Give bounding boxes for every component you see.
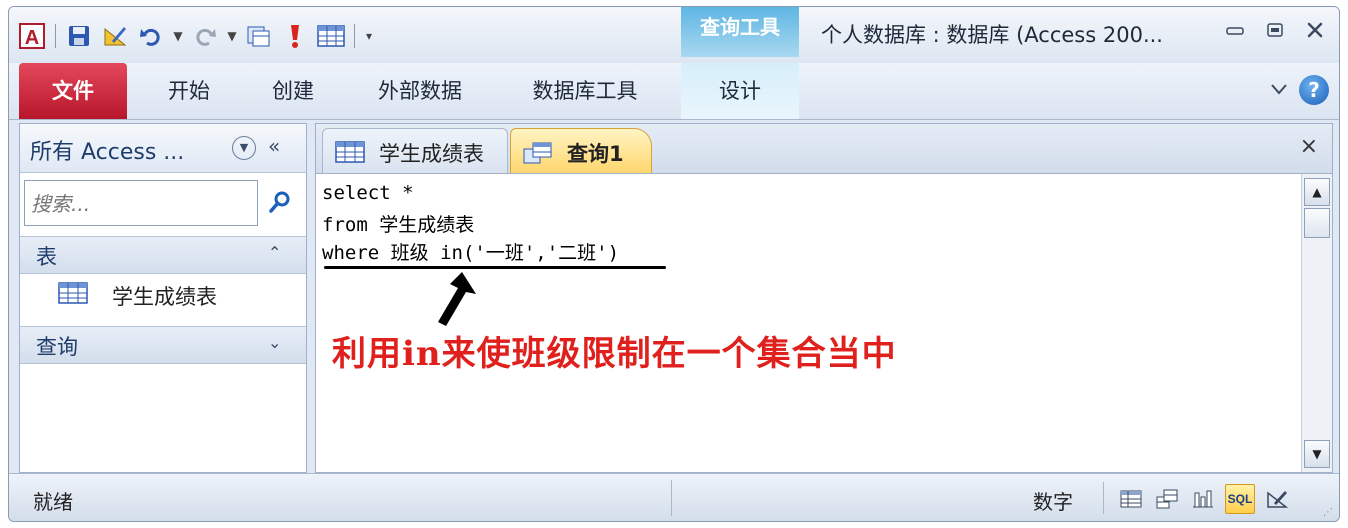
- sql-line-from: from 学生成绩表: [322, 214, 475, 236]
- table-icon: [58, 282, 88, 308]
- tab-design[interactable]: 设计: [681, 63, 799, 119]
- vertical-scrollbar[interactable]: ▲ ▼: [1301, 174, 1332, 472]
- design-view-status-icon[interactable]: [1263, 485, 1291, 513]
- tab-create[interactable]: 创建: [257, 63, 329, 119]
- access-window: A ▼ ▼ ▾ 查询工具 个人数据库: 数据库 (Access 200... …: [8, 6, 1340, 522]
- table-icon: [335, 141, 365, 168]
- query-icon: [523, 141, 553, 170]
- scroll-thumb[interactable]: [1304, 208, 1330, 238]
- datasheet-icon[interactable]: [316, 21, 346, 51]
- pivot-chart-view-icon[interactable]: [1189, 485, 1217, 513]
- doc-tab-label: 学生成绩表: [379, 142, 484, 166]
- annotation-text: 利用in来使班级限制在一个集合当中: [332, 334, 897, 374]
- tab-database-tools[interactable]: 数据库工具: [515, 63, 655, 119]
- nav-item-student-scores-table[interactable]: 学生成绩表: [20, 272, 306, 316]
- annotation-underline: [324, 266, 666, 269]
- nav-group-queries[interactable]: 查询 ⌄: [20, 326, 306, 364]
- close-document-button[interactable]: ×: [1300, 134, 1318, 159]
- doc-tab-student-scores[interactable]: 学生成绩表: [322, 128, 508, 175]
- doc-tab-label: 查询1: [567, 142, 624, 166]
- query-tools-context-header: 查询工具: [681, 7, 799, 57]
- minimize-icon[interactable]: [1223, 19, 1247, 41]
- nav-collapse-button[interactable]: «: [268, 134, 280, 158]
- datasheet-view-icon[interactable]: [1117, 485, 1145, 513]
- access-logo-icon[interactable]: A: [17, 21, 47, 51]
- title-bar: A ▼ ▼ ▾ 查询工具 个人数据库: 数据库 (Access 200...: [9, 7, 1339, 63]
- status-separator: [671, 480, 672, 516]
- pivot-table-view-icon[interactable]: [1153, 485, 1181, 513]
- status-text: 就绪: [33, 490, 73, 514]
- save-icon[interactable]: [64, 21, 94, 51]
- nav-menu-chevron-icon[interactable]: ▼: [232, 136, 256, 160]
- help-icon[interactable]: ?: [1299, 75, 1329, 105]
- ribbon-tab-bar: 文件 开始 创建 外部数据 数据库工具 设计 ?: [9, 63, 1339, 120]
- view-switcher: SQL: [1117, 484, 1291, 514]
- nav-pane-header: 所有 Access ... ▼ «: [20, 124, 306, 173]
- search-icon[interactable]: [262, 184, 298, 220]
- nav-group-label: 表: [36, 245, 57, 269]
- doc-tab-query1[interactable]: 查询1: [510, 128, 652, 175]
- expand-group-icon[interactable]: ⌄: [268, 333, 281, 352]
- tab-home[interactable]: 开始: [153, 63, 225, 119]
- window-controls: [1223, 19, 1327, 41]
- collapse-group-icon[interactable]: ⌃: [268, 243, 281, 262]
- tab-external-data[interactable]: 外部数据: [361, 63, 479, 119]
- status-bar: 就绪 数字 SQL ⋰: [9, 473, 1339, 521]
- sql-view-label: SQL: [1227, 492, 1253, 506]
- minimize-ribbon-icon[interactable]: [1269, 81, 1289, 100]
- resize-grip-icon[interactable]: ⋰: [1323, 507, 1333, 518]
- redo-dropdown-icon[interactable]: ▼: [226, 29, 238, 43]
- ribbon-help-area: ?: [1269, 75, 1329, 105]
- sql-view-button[interactable]: SQL: [1225, 484, 1255, 514]
- scroll-up-button[interactable]: ▲: [1304, 178, 1330, 206]
- sql-editor[interactable]: select * from 学生成绩表 where 班级 in('一班','二班…: [315, 173, 1333, 473]
- qat-separator: [354, 24, 355, 48]
- scroll-down-button[interactable]: ▼: [1304, 440, 1330, 468]
- customize-qat-icon[interactable]: ▾: [363, 29, 375, 43]
- status-separator: [1103, 482, 1104, 514]
- nav-search-input[interactable]: [29, 183, 253, 225]
- qat-separator: [55, 24, 56, 48]
- restore-icon[interactable]: [1263, 19, 1287, 41]
- nav-group-tables[interactable]: 表 ⌃: [20, 236, 306, 274]
- query-design-icon[interactable]: [244, 21, 274, 51]
- svg-text:A: A: [25, 27, 39, 49]
- navigation-pane: 所有 Access ... ▼ « 表 ⌃ 学生成绩表 查询 ⌄: [19, 123, 307, 473]
- annotation-arrow-icon: [426, 270, 486, 334]
- tab-file[interactable]: 文件: [19, 63, 127, 119]
- undo-dropdown-icon[interactable]: ▼: [172, 29, 184, 43]
- redo-icon[interactable]: [190, 21, 220, 51]
- document-tab-bar: 学生成绩表 查询1 ×: [315, 123, 1333, 175]
- close-window-icon[interactable]: [1303, 19, 1327, 41]
- undo-icon[interactable]: [136, 21, 166, 51]
- window-title: 个人数据库 : 数据库 (Access 200...: [821, 23, 1163, 47]
- run-icon[interactable]: [280, 21, 310, 51]
- status-mode: 数字: [1033, 490, 1073, 514]
- sql-line-where: where 班级 in('一班','二班'): [322, 242, 620, 264]
- nav-item-label: 学生成绩表: [112, 285, 217, 309]
- nav-pane-title[interactable]: 所有 Access ...: [30, 134, 184, 166]
- nav-group-label: 查询: [36, 335, 78, 359]
- design-view-icon[interactable]: [100, 21, 130, 51]
- quick-access-toolbar: A ▼ ▼ ▾: [17, 19, 375, 53]
- nav-search-box: [24, 180, 258, 226]
- sql-line-select: select *: [322, 182, 414, 204]
